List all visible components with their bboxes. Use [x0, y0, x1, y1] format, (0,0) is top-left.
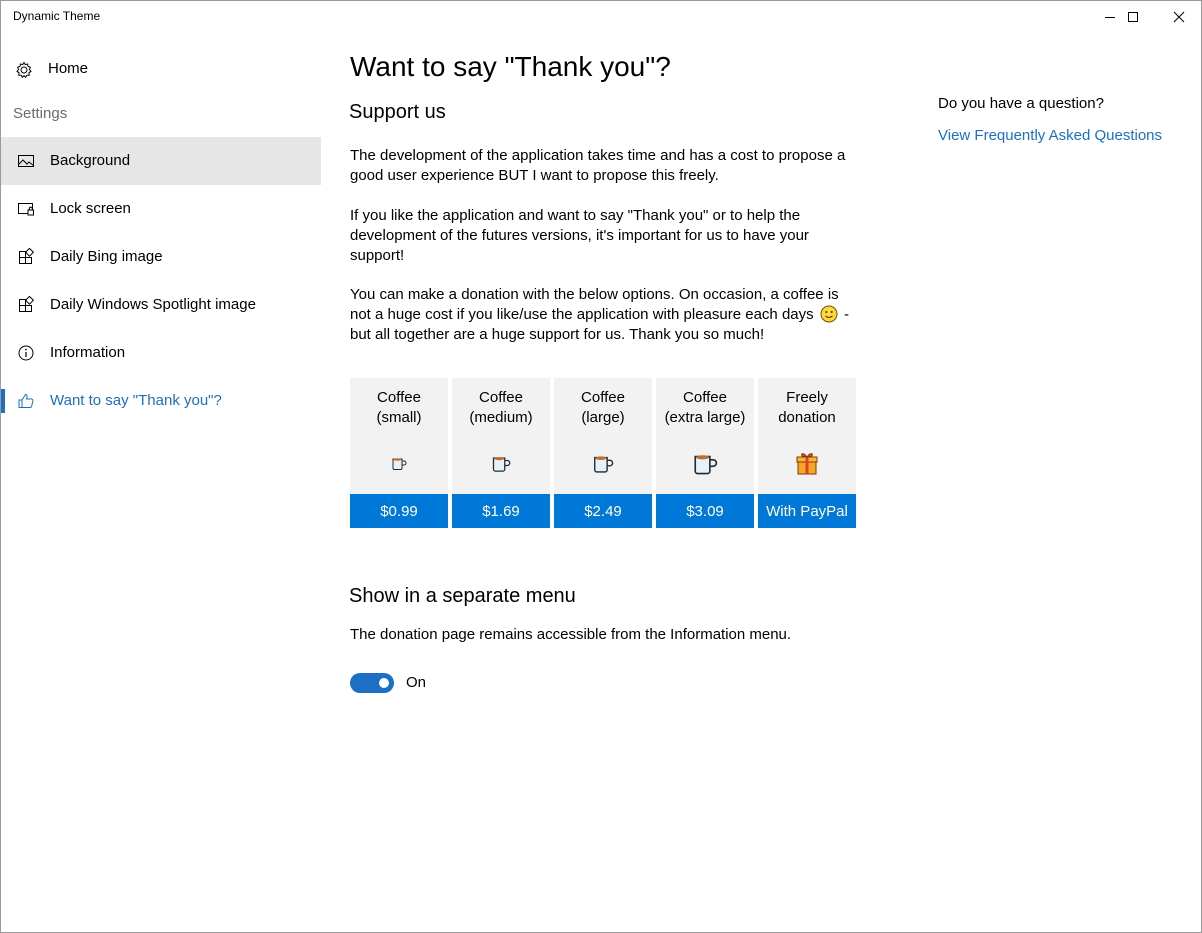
window-title: Dynamic Theme [13, 9, 101, 23]
maximize-button[interactable] [1110, 1, 1156, 33]
sidebar-item-label: Want to say "Thank you"? [50, 392, 222, 409]
donation-card-coffee-small: Coffee (small) $0.99 [350, 378, 448, 528]
donation-name-line: donation [778, 409, 836, 426]
thumbs-up-icon [18, 393, 34, 408]
donation-name-line: Coffee [479, 389, 523, 406]
lock-screen-icon [18, 203, 34, 216]
toggle-knob [379, 678, 389, 688]
question-text: Do you have a question? [938, 95, 1104, 112]
coffee-xl-icon [694, 455, 718, 475]
app-window: Dynamic Theme Home Settings Background L… [0, 0, 1202, 933]
separate-menu-toggle[interactable] [350, 673, 394, 693]
donation-card-name: Freely donation [758, 388, 856, 428]
nav-home[interactable]: Home [1, 51, 321, 87]
donation-card-icon [350, 448, 448, 478]
sidebar-item-lock-screen[interactable]: Lock screen [1, 185, 321, 233]
close-icon [1173, 11, 1185, 23]
separate-menu-title: Show in a separate menu [349, 585, 576, 607]
sidebar-item-label: Information [50, 344, 126, 361]
close-button[interactable] [1156, 1, 1201, 33]
donate-coffee-extra-large-button[interactable]: $3.09 [656, 494, 754, 528]
donation-name-line: (extra large) [664, 409, 746, 426]
donation-name-line: Freely [786, 389, 828, 406]
donation-card-coffee-extra-large: Coffee (extra large) $3.09 [656, 378, 754, 528]
separate-menu-description: The donation page remains accessible fro… [350, 626, 792, 643]
coffee-large-icon [594, 456, 614, 473]
smiley-icon [820, 305, 838, 323]
coffee-small-icon [392, 458, 407, 470]
donation-card-coffee-large: Coffee (large) $2.49 [554, 378, 652, 528]
donation-name-line: Coffee [377, 389, 421, 406]
image-icon [18, 155, 34, 167]
donate-paypal-button[interactable]: With PayPal [758, 494, 856, 528]
support-title: Support us [349, 101, 446, 123]
gift-icon [796, 453, 818, 475]
gear-icon [16, 61, 32, 79]
donation-card-coffee-medium: Coffee (medium) $1.69 [452, 378, 550, 528]
selection-indicator [1, 389, 5, 413]
sidebar-item-thank-you[interactable]: Want to say "Thank you"? [1, 377, 321, 425]
donation-card-name: Coffee (small) [350, 388, 448, 428]
donate-coffee-small-button[interactable]: $0.99 [350, 494, 448, 528]
support-paragraph-1: The development of the application takes… [350, 147, 846, 184]
coffee-medium-icon [492, 457, 511, 472]
sidebar-item-label: Daily Bing image [50, 248, 163, 265]
main-content: Want to say "Thank you"? Support us The … [321, 33, 1201, 932]
sidebar-item-daily-windows-spotlight-image[interactable]: Daily Windows Spotlight image [1, 281, 321, 329]
settings-header: Settings [13, 105, 68, 122]
donation-name-line: (small) [376, 409, 422, 426]
donation-card-name: Coffee (medium) [452, 388, 550, 428]
maximize-icon [1128, 12, 1138, 22]
sidebar-item-label: Lock screen [50, 200, 131, 217]
donation-card-icon [452, 448, 550, 478]
apps-add-icon [19, 248, 35, 264]
sidebar-item-information[interactable]: Information [1, 329, 321, 377]
sidebar: Home Settings Background Lock screen Dai… [1, 33, 321, 932]
donation-name-line: Coffee [581, 389, 625, 406]
nav-home-label: Home [48, 60, 89, 77]
apps-add-icon [19, 296, 35, 312]
sidebar-item-background[interactable]: Background [1, 137, 321, 185]
donation-name-line: (medium) [469, 409, 533, 426]
sidebar-item-daily-bing-image[interactable]: Daily Bing image [1, 233, 321, 281]
sidebar-item-label: Background [50, 152, 131, 169]
donation-card-name: Coffee (large) [554, 388, 652, 428]
info-icon [18, 345, 34, 361]
sidebar-item-label: Daily Windows Spotlight image [50, 296, 256, 313]
donate-coffee-medium-button[interactable]: $1.69 [452, 494, 550, 528]
donation-card-name: Coffee (extra large) [656, 388, 754, 428]
support-paragraph-3: You can make a donation with the below o… [350, 285, 860, 345]
title-bar[interactable]: Dynamic Theme [1, 1, 1201, 33]
toggle-state-label: On [406, 674, 427, 691]
donate-coffee-large-button[interactable]: $2.49 [554, 494, 652, 528]
faq-link[interactable]: View Frequently Asked Questions [938, 127, 1162, 144]
donation-name-line: Coffee [683, 389, 727, 406]
page-title: Want to say "Thank you"? [350, 51, 671, 82]
donation-card-icon [554, 448, 652, 478]
donation-card-freely: Freely donation With PayPal [758, 378, 856, 528]
donation-card-icon [758, 448, 856, 478]
donation-card-icon [656, 448, 754, 478]
support-paragraph-2: If you like the application and want to … [350, 207, 809, 264]
donation-name-line: (large) [581, 409, 625, 426]
paragraph-3-text-before: You can make a donation with the below o… [350, 286, 839, 323]
